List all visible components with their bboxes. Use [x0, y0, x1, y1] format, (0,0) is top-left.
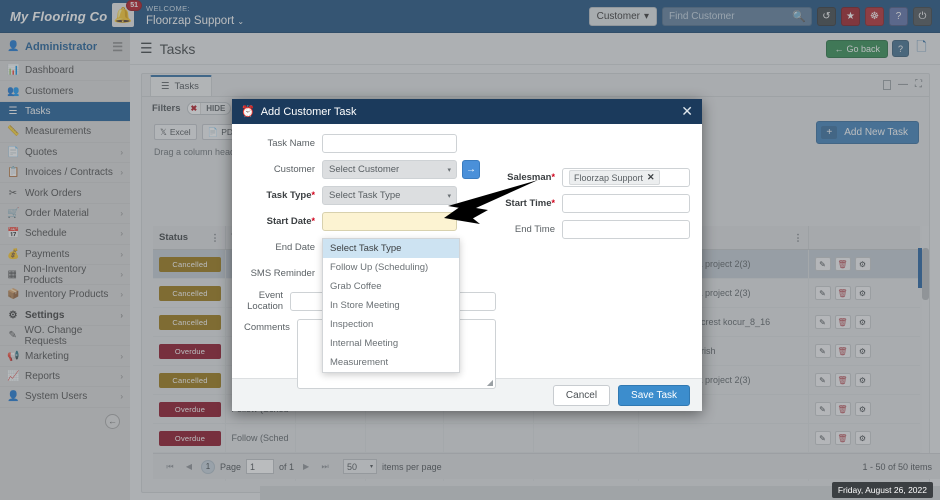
close-icon[interactable]: ✕: [681, 103, 693, 120]
modal-body: Task Name Customer Select Customer ▾ → T…: [232, 124, 702, 389]
dropdown-option[interactable]: Follow Up (Scheduling): [323, 258, 459, 277]
salesman-chip: Floorzap Support ✕: [569, 170, 660, 185]
start-date-label: Start Date*: [244, 216, 322, 227]
modal-header: ⏰ Add Customer Task ✕: [232, 99, 702, 124]
remove-chip-icon[interactable]: ✕: [647, 172, 655, 183]
required-star: *: [311, 190, 315, 200]
dropdown-option[interactable]: Internal Meeting: [323, 334, 459, 353]
task-type-dropdown-list[interactable]: Select Task Type Follow Up (Scheduling) …: [322, 238, 460, 373]
dropdown-option[interactable]: Grab Coffee: [323, 277, 459, 296]
dropdown-option[interactable]: Select Task Type: [323, 239, 459, 258]
customer-select-value: Select Customer: [329, 164, 400, 175]
task-type-label: Task Type*: [244, 190, 322, 201]
start-time-input[interactable]: [562, 194, 690, 213]
event-location-label: Event Location: [247, 290, 284, 312]
salesman-multiselect[interactable]: Floorzap Support ✕: [562, 168, 690, 187]
dropdown-option[interactable]: Measurement: [323, 353, 459, 372]
field-task-name: Task Name: [244, 134, 496, 153]
date-tooltip: Friday, August 26, 2022: [831, 482, 933, 498]
sms-reminder-label: SMS Reminder: [250, 268, 315, 279]
clock-icon: ⏰: [241, 106, 255, 118]
chevron-down-icon: ▾: [447, 166, 451, 174]
customer-label: Customer: [273, 164, 315, 175]
end-date-label: End Date: [275, 242, 315, 253]
modal-title: Add Customer Task: [260, 105, 357, 118]
go-to-customer-button[interactable]: →: [462, 160, 480, 179]
salesman-chip-label: Floorzap Support: [574, 172, 644, 183]
app-root: My Flooring Co 🔔 51 WELCOME: Floorzap Su…: [0, 0, 940, 500]
task-type-label-text: Task Type: [266, 190, 312, 201]
task-name-input[interactable]: [322, 134, 457, 153]
task-name-label: Task Name: [267, 138, 315, 149]
end-time-input[interactable]: [562, 220, 690, 239]
dropdown-option[interactable]: In Store Meeting: [323, 296, 459, 315]
cancel-button[interactable]: Cancel: [552, 384, 611, 406]
required-star: *: [551, 198, 555, 208]
required-star: *: [551, 172, 555, 182]
resize-grip-icon[interactable]: ◢: [487, 378, 493, 387]
dropdown-option[interactable]: Inspection: [323, 315, 459, 334]
start-date-label-text: Start Date: [266, 216, 312, 227]
task-type-select-value: Select Task Type: [329, 190, 401, 201]
save-task-button[interactable]: Save Task: [618, 384, 690, 406]
required-star: *: [311, 216, 315, 226]
comments-label: Comments: [244, 322, 290, 333]
customer-select[interactable]: Select Customer ▾: [322, 160, 457, 179]
add-customer-task-modal: ⏰ Add Customer Task ✕ Task Name Customer…: [232, 99, 702, 411]
field-customer: Customer Select Customer ▾ →: [244, 160, 496, 179]
pointer-arrow-annotation: [430, 178, 540, 233]
